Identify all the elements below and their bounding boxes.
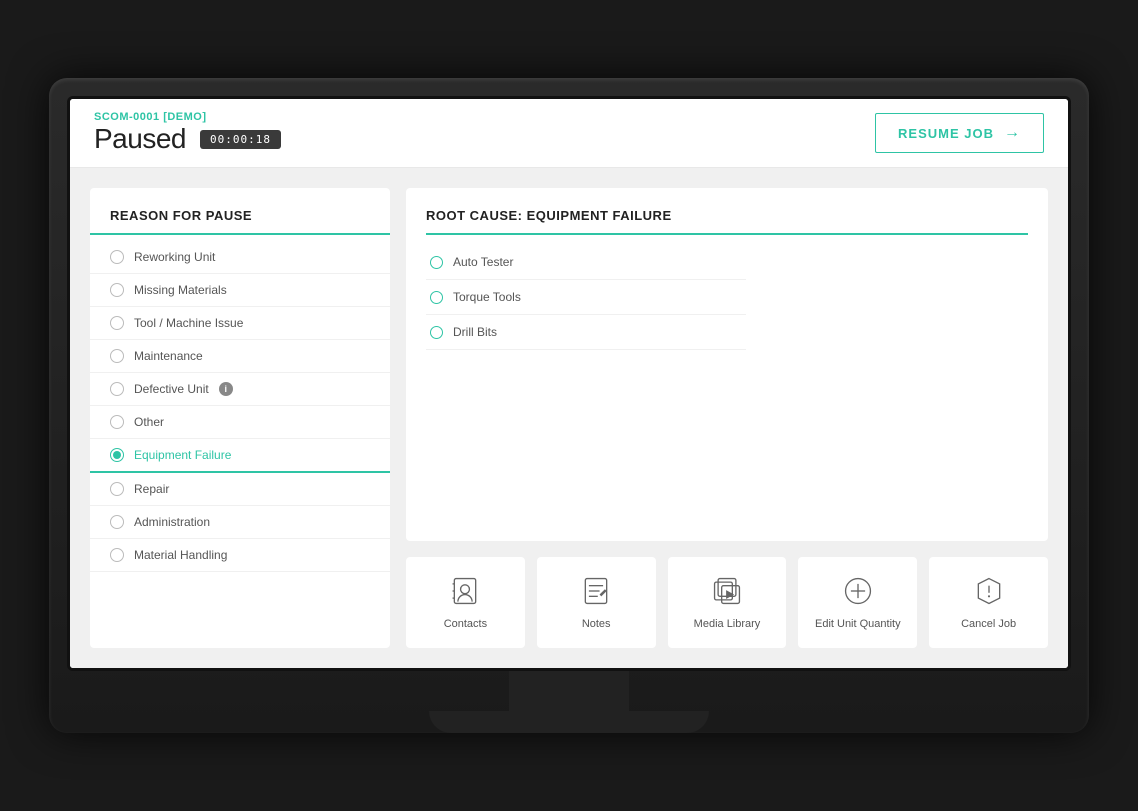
radio-icon-other bbox=[110, 415, 124, 429]
reason-item-repair[interactable]: Repair bbox=[90, 473, 390, 506]
cancel-job-icon bbox=[973, 575, 1005, 618]
reason-label-reworking: Reworking Unit bbox=[134, 250, 215, 264]
monitor-wrapper: SCOM-0001 [DEMO] Paused 00:00:18 RESUME … bbox=[49, 78, 1089, 733]
reason-item-administration[interactable]: Administration bbox=[90, 506, 390, 539]
left-panel: REASON FOR PAUSE Reworking Unit Missing … bbox=[90, 188, 390, 648]
root-cause-title: ROOT CAUSE: EQUIPMENT FAILURE bbox=[426, 208, 1028, 235]
radio-icon-equipment-failure bbox=[110, 448, 124, 462]
reason-label-repair: Repair bbox=[134, 482, 169, 496]
monitor-stand-top bbox=[509, 671, 629, 711]
reason-item-defective-unit[interactable]: Defective Unit i bbox=[90, 373, 390, 406]
header-title-row: Paused 00:00:18 bbox=[94, 123, 281, 155]
reason-label-missing-materials: Missing Materials bbox=[134, 283, 227, 297]
radio-icon-material-handling bbox=[110, 548, 124, 562]
reason-label-material-handling: Material Handling bbox=[134, 548, 227, 562]
cause-item-drill-bits[interactable]: Drill Bits bbox=[426, 315, 746, 350]
edit-unit-quantity-label: Edit Unit Quantity bbox=[815, 618, 901, 630]
radio-icon-administration bbox=[110, 515, 124, 529]
reason-item-other[interactable]: Other bbox=[90, 406, 390, 439]
reason-item-material-handling[interactable]: Material Handling bbox=[90, 539, 390, 572]
job-id: SCOM-0001 [DEMO] bbox=[94, 111, 281, 123]
root-cause-panel: ROOT CAUSE: EQUIPMENT FAILURE Auto Teste… bbox=[406, 188, 1048, 541]
edit-unit-quantity-button[interactable]: Edit Unit Quantity bbox=[798, 557, 917, 648]
reason-item-reworking[interactable]: Reworking Unit bbox=[90, 241, 390, 274]
header-left: SCOM-0001 [DEMO] Paused 00:00:18 bbox=[94, 111, 281, 155]
right-section: ROOT CAUSE: EQUIPMENT FAILURE Auto Teste… bbox=[406, 188, 1048, 648]
app-header: SCOM-0001 [DEMO] Paused 00:00:18 RESUME … bbox=[70, 99, 1068, 168]
timer-badge: 00:00:18 bbox=[200, 130, 281, 149]
reason-item-maintenance[interactable]: Maintenance bbox=[90, 340, 390, 373]
radio-icon-defective-unit bbox=[110, 382, 124, 396]
reason-label-other: Other bbox=[134, 415, 164, 429]
paused-title: Paused bbox=[94, 123, 186, 155]
cancel-job-label: Cancel Job bbox=[961, 618, 1016, 630]
radio-icon-tool-machine bbox=[110, 316, 124, 330]
reason-item-equipment-failure[interactable]: Equipment Failure bbox=[90, 439, 390, 473]
reason-item-missing-materials[interactable]: Missing Materials bbox=[90, 274, 390, 307]
notes-icon bbox=[580, 575, 612, 618]
reason-item-tool-machine[interactable]: Tool / Machine Issue bbox=[90, 307, 390, 340]
notes-label: Notes bbox=[582, 618, 611, 630]
cause-item-torque-tools[interactable]: Torque Tools bbox=[426, 280, 746, 315]
cause-radio-drill-bits bbox=[430, 326, 443, 339]
reason-label-tool-machine: Tool / Machine Issue bbox=[134, 316, 243, 330]
notes-button[interactable]: Notes bbox=[537, 557, 656, 648]
cause-label-drill-bits: Drill Bits bbox=[453, 325, 497, 339]
reason-label-administration: Administration bbox=[134, 515, 210, 529]
cause-label-auto-tester: Auto Tester bbox=[453, 255, 513, 269]
radio-icon-repair bbox=[110, 482, 124, 496]
cause-item-auto-tester[interactable]: Auto Tester bbox=[426, 245, 746, 280]
media-library-icon bbox=[711, 575, 743, 618]
resume-job-button[interactable]: RESUME JOB → bbox=[875, 113, 1044, 153]
contacts-label: Contacts bbox=[444, 618, 487, 630]
cancel-job-button[interactable]: Cancel Job bbox=[929, 557, 1048, 648]
reason-label-defective-unit: Defective Unit bbox=[134, 382, 209, 396]
monitor-screen: SCOM-0001 [DEMO] Paused 00:00:18 RESUME … bbox=[67, 96, 1071, 671]
cause-label-torque-tools: Torque Tools bbox=[453, 290, 521, 304]
reason-label-maintenance: Maintenance bbox=[134, 349, 203, 363]
radio-icon-missing-materials bbox=[110, 283, 124, 297]
edit-unit-quantity-icon bbox=[842, 575, 874, 618]
reason-label-equipment-failure: Equipment Failure bbox=[134, 448, 231, 462]
resume-job-label: RESUME JOB bbox=[898, 126, 994, 141]
radio-icon-maintenance bbox=[110, 349, 124, 363]
app-body: REASON FOR PAUSE Reworking Unit Missing … bbox=[70, 168, 1068, 668]
info-icon: i bbox=[219, 382, 233, 396]
monitor-stand-base bbox=[429, 711, 709, 733]
action-buttons-row: Contacts bbox=[406, 557, 1048, 648]
reason-for-pause-title: REASON FOR PAUSE bbox=[90, 208, 390, 235]
resume-arrow-icon: → bbox=[1004, 124, 1021, 142]
cause-radio-auto-tester bbox=[430, 256, 443, 269]
media-library-label: Media Library bbox=[694, 618, 761, 630]
radio-icon-reworking bbox=[110, 250, 124, 264]
contacts-button[interactable]: Contacts bbox=[406, 557, 525, 648]
cause-radio-torque-tools bbox=[430, 291, 443, 304]
monitor-outer: SCOM-0001 [DEMO] Paused 00:00:18 RESUME … bbox=[49, 78, 1089, 733]
media-library-button[interactable]: Media Library bbox=[668, 557, 787, 648]
contacts-icon bbox=[449, 575, 481, 618]
